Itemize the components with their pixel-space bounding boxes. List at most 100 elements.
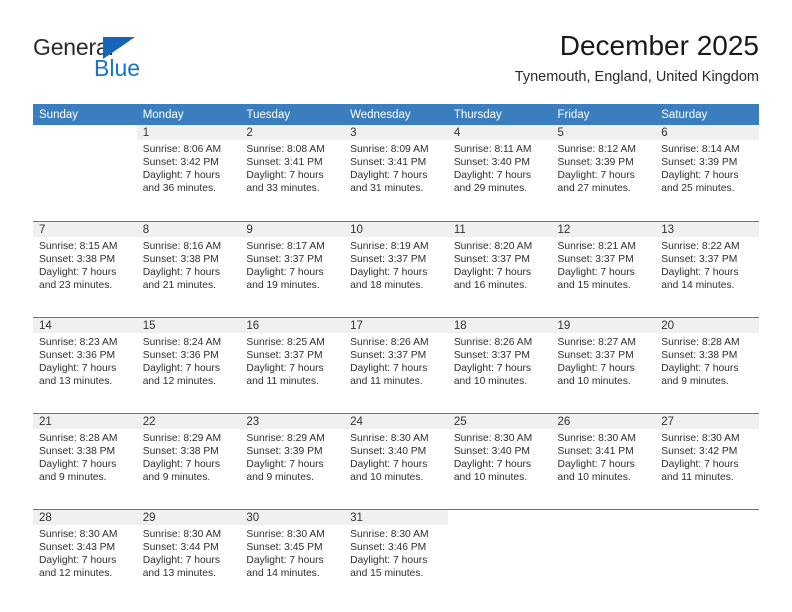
sunrise-time: Sunrise: 8:30 AM: [39, 528, 118, 540]
day-number: 30: [240, 509, 345, 525]
sunset-time: Sunset: 3:37 PM: [453, 349, 530, 361]
sunrise-time: Sunrise: 8:29 AM: [246, 432, 325, 444]
day-number: 23: [240, 413, 345, 429]
daylight-duration-line1: Daylight: 7 hours: [39, 266, 117, 278]
sunset-time: Sunset: 3:38 PM: [39, 253, 116, 265]
spacer-cell: [344, 406, 448, 413]
sunrise-time: Sunrise: 8:30 AM: [350, 528, 429, 540]
daylight-duration-line1: Daylight: 7 hours: [142, 362, 220, 374]
daylight-duration-line2: and 11 minutes.: [661, 471, 734, 483]
sunset-time: Sunset: 3:39 PM: [246, 445, 323, 457]
calendar-day-cell[interactable]: 16 Sunrise: 8:25 AM Sunset: 3:37 PM Dayligh…: [240, 316, 345, 406]
calendar-day-cell[interactable]: 1 Sunrise: 8:06 AM Sunset: 3:42 PM Daylight…: [136, 125, 241, 214]
calendar-day-cell[interactable]: 5 Sunrise: 8:12 AM Sunset: 3:39 PM Daylight…: [551, 125, 656, 214]
calendar-week-row: 7 Sunrise: 8:15 AM Sunset: 3:38 PM Daylight…: [33, 220, 759, 310]
sunset-time: Sunset: 3:37 PM: [453, 253, 530, 265]
sunset-time: Sunset: 3:39 PM: [661, 157, 738, 169]
day-number: 20: [655, 317, 759, 333]
calendar-day-cell[interactable]: 31 Sunrise: 8:30 AM Sunset: 3:46 PM Dayligh…: [344, 508, 448, 598]
day-details: Sunrise: 8:30 AM Sunset: 3:40 PM Daylight:…: [448, 429, 552, 484]
day-number: 19: [551, 317, 656, 333]
week-spacer: [33, 214, 759, 221]
page-subtitle: Tynemouth, England, United Kingdom: [514, 69, 759, 85]
spacer-cell: [136, 310, 241, 317]
calendar-day-cell[interactable]: 4 Sunrise: 8:11 AM Sunset: 3:40 PM Daylight…: [447, 125, 552, 214]
calendar-day-cell[interactable]: 17 Sunrise: 8:26 AM Sunset: 3:37 PM Dayligh…: [344, 316, 448, 406]
week-spacer: [33, 310, 759, 317]
day-details: Sunrise: 8:30 AM Sunset: 3:40 PM Daylight:…: [344, 429, 448, 484]
weekday-header-wednesday: Wednesday: [344, 104, 448, 125]
spacer-cell: [33, 214, 137, 221]
daylight-duration-line1: Daylight: 7 hours: [350, 554, 428, 566]
calendar-day-cell[interactable]: 8 Sunrise: 8:16 AM Sunset: 3:38 PM Daylight…: [136, 220, 241, 310]
sunrise-time: Sunrise: 8:26 AM: [350, 336, 429, 348]
day-details: Sunrise: 8:08 AM Sunset: 3:41 PM Daylight:…: [240, 140, 344, 195]
day-number: 15: [136, 317, 241, 333]
calendar-day-cell[interactable]: 10 Sunrise: 8:19 AM Sunset: 3:37 PM Dayligh…: [344, 220, 448, 310]
calendar-day-cell[interactable]: 25 Sunrise: 8:30 AM Sunset: 3:40 PM Dayligh…: [447, 412, 552, 502]
sunset-time: Sunset: 3:40 PM: [453, 445, 530, 457]
calendar-day-cell[interactable]: 26 Sunrise: 8:30 AM Sunset: 3:41 PM Dayligh…: [551, 412, 656, 502]
sunrise-time: Sunrise: 8:17 AM: [246, 240, 325, 252]
calendar-day-cell[interactable]: 22 Sunrise: 8:29 AM Sunset: 3:38 PM Dayligh…: [136, 412, 241, 502]
weekday-header-tuesday: Tuesday: [240, 104, 345, 125]
week-spacer: [33, 406, 759, 413]
general-blue-logo[interactable]: General Blue: [33, 34, 243, 90]
spacer-cell: [33, 310, 137, 317]
daylight-duration-line1: Daylight: 7 hours: [246, 170, 324, 182]
weekday-header-thursday: Thursday: [447, 104, 552, 125]
daylight-duration-line2: and 10 minutes.: [453, 375, 528, 387]
sunrise-time: Sunrise: 8:08 AM: [246, 144, 325, 155]
sunset-time: Sunset: 3:37 PM: [557, 349, 634, 361]
day-number: 1: [136, 125, 241, 140]
calendar-day-cell[interactable]: 21 Sunrise: 8:28 AM Sunset: 3:38 PM Dayligh…: [33, 412, 137, 502]
daylight-duration-line2: and 9 minutes.: [142, 471, 211, 483]
calendar-day-cell[interactable]: 6 Sunrise: 8:14 AM Sunset: 3:39 PM Daylight…: [655, 125, 759, 214]
daylight-duration-line1: Daylight: 7 hours: [246, 458, 324, 470]
day-number: 2: [240, 125, 345, 140]
sunset-time: Sunset: 3:38 PM: [142, 445, 219, 457]
day-number: 3: [344, 125, 448, 140]
day-details: Sunrise: 8:16 AM Sunset: 3:38 PM Daylight:…: [137, 237, 241, 292]
calendar-day-cell[interactable]: 2 Sunrise: 8:08 AM Sunset: 3:41 PM Daylight…: [240, 125, 345, 214]
calendar-day-cell[interactable]: 27 Sunrise: 8:30 AM Sunset: 3:42 PM Dayligh…: [655, 412, 759, 502]
day-number: 28: [33, 509, 137, 525]
weekday-header-friday: Friday: [551, 104, 656, 125]
day-details: Sunrise: 8:09 AM Sunset: 3:41 PM Daylight:…: [344, 140, 448, 195]
calendar-day-cell[interactable]: 30 Sunrise: 8:30 AM Sunset: 3:45 PM Dayligh…: [240, 508, 345, 598]
calendar-day-cell[interactable]: 13 Sunrise: 8:22 AM Sunset: 3:37 PM Dayligh…: [655, 220, 759, 310]
calendar-day-cell[interactable]: 3 Sunrise: 8:09 AM Sunset: 3:41 PM Daylight…: [344, 125, 448, 214]
daylight-duration-line1: Daylight: 7 hours: [557, 170, 635, 182]
day-number: 26: [551, 413, 656, 429]
spacer-cell: [136, 502, 241, 509]
calendar-day-cell[interactable]: 18 Sunrise: 8:26 AM Sunset: 3:37 PM Dayligh…: [447, 316, 552, 406]
calendar-page: General Blue December 2025 Tynemouth, En…: [0, 0, 792, 612]
day-details: Sunrise: 8:23 AM Sunset: 3:36 PM Daylight:…: [33, 333, 137, 388]
calendar-day-cell[interactable]: 11 Sunrise: 8:20 AM Sunset: 3:37 PM Dayligh…: [447, 220, 552, 310]
spacer-cell: [33, 502, 137, 509]
day-number: 21: [33, 413, 137, 429]
calendar-day-cell[interactable]: 29 Sunrise: 8:30 AM Sunset: 3:44 PM Dayligh…: [136, 508, 241, 598]
calendar-day-cell[interactable]: 12 Sunrise: 8:21 AM Sunset: 3:37 PM Dayligh…: [551, 220, 656, 310]
calendar-day-cell[interactable]: 28 Sunrise: 8:30 AM Sunset: 3:43 PM Dayligh…: [33, 508, 137, 598]
calendar-day-cell[interactable]: 15 Sunrise: 8:24 AM Sunset: 3:36 PM Dayligh…: [136, 316, 241, 406]
calendar-day-cell[interactable]: 19 Sunrise: 8:27 AM Sunset: 3:37 PM Dayligh…: [551, 316, 656, 406]
spacer-cell: [344, 214, 448, 221]
calendar-day-cell[interactable]: 20 Sunrise: 8:28 AM Sunset: 3:38 PM Dayligh…: [655, 316, 759, 406]
daylight-duration-line2: and 23 minutes.: [39, 279, 113, 291]
spacer-cell: [447, 502, 552, 509]
spacer-cell: [655, 310, 759, 317]
calendar-day-cell[interactable]: 23 Sunrise: 8:29 AM Sunset: 3:39 PM Dayligh…: [240, 412, 345, 502]
day-details: Sunrise: 8:14 AM Sunset: 3:39 PM Daylight:…: [655, 140, 759, 195]
daylight-duration-line2: and 31 minutes.: [350, 183, 424, 195]
calendar-day-cell[interactable]: 24 Sunrise: 8:30 AM Sunset: 3:40 PM Dayligh…: [344, 412, 448, 502]
calendar-day-cell[interactable]: 9 Sunrise: 8:17 AM Sunset: 3:37 PM Daylight…: [240, 220, 345, 310]
sunset-time: Sunset: 3:36 PM: [39, 349, 116, 361]
day-details: Sunrise: 8:30 AM Sunset: 3:42 PM Daylight:…: [655, 429, 759, 484]
daylight-duration-line1: Daylight: 7 hours: [246, 362, 324, 374]
calendar-day-cell[interactable]: 7 Sunrise: 8:15 AM Sunset: 3:38 PM Daylight…: [33, 220, 137, 310]
day-number: [655, 510, 759, 525]
weekday-header: Sunday Monday Tuesday Wednesday Thursday Frid…: [33, 104, 759, 125]
daylight-duration-line2: and 18 minutes.: [350, 279, 424, 291]
calendar-day-cell[interactable]: 14 Sunrise: 8:23 AM Sunset: 3:36 PM Dayligh…: [33, 316, 137, 406]
